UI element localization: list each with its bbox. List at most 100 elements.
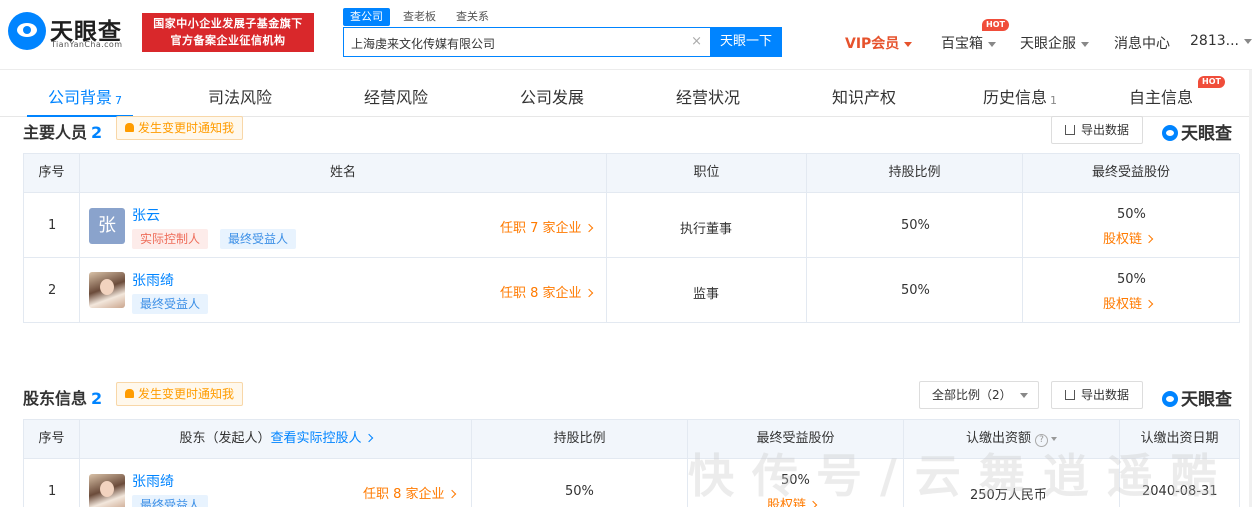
notify-label: 发生变更时通知我 — [138, 387, 235, 401]
positions-link[interactable]: 任职 8 家企业 — [363, 483, 456, 502]
hot-badge: HOT — [1198, 76, 1225, 88]
person-name-link[interactable]: 张雨绮 — [132, 270, 174, 290]
chevron-down-icon — [1243, 38, 1252, 44]
personnel-export-button[interactable]: 导出数据 — [1051, 116, 1143, 144]
message-center-link[interactable]: 消息中心 — [1114, 33, 1170, 53]
search-tab-relation[interactable]: 查关系 — [449, 8, 496, 26]
avatar[interactable]: 张 — [89, 208, 125, 244]
tab-self-info[interactable]: 自主信息 — [1129, 84, 1193, 108]
search-tab-boss[interactable]: 查老板 — [396, 8, 443, 26]
holding-ratio: 50% — [901, 218, 930, 233]
chevron-down-icon — [1081, 41, 1089, 47]
benefit-ratio: 50% — [1117, 207, 1146, 222]
tag-final-beneficiary: 最终受益人 — [132, 495, 209, 507]
chevron-right-icon — [447, 489, 456, 499]
table-row — [24, 459, 80, 507]
equity-chain-link[interactable]: 股权链 — [767, 494, 818, 507]
subscription-date: 2040-08-31 — [1142, 484, 1218, 499]
search-input[interactable]: 上海虔来文化传媒有限公司 × — [343, 27, 711, 57]
positions-link[interactable]: 任职 8 家企业 — [500, 282, 593, 301]
search-type-tabs: 查公司 查老板 查关系 — [343, 8, 502, 28]
shareholders-notify-button[interactable]: 发生变更时通知我 — [116, 382, 244, 406]
person-name-link[interactable]: 张云 — [132, 205, 160, 225]
hot-badge: HOT — [982, 19, 1009, 31]
ratio-cell — [472, 459, 688, 507]
tab-company-development[interactable]: 公司发展 — [520, 84, 584, 108]
view-controller-label: 查看实际控股人 — [270, 431, 362, 446]
search-area: 查公司 查老板 查关系 上海虔来文化传媒有限公司 × 天眼一下 — [343, 8, 783, 60]
tab-label: 司法风险 — [208, 88, 273, 107]
tab-company-background[interactable]: 公司背景 7 — [48, 84, 122, 108]
tab-count: 7 — [115, 94, 123, 107]
holder-header-label: 股东（发起人） — [179, 431, 271, 446]
personnel-notify-button[interactable]: 发生变更时通知我 — [116, 116, 244, 140]
view-controller-link[interactable]: 查看实际控股人 — [270, 431, 373, 446]
role: 监事 — [693, 287, 720, 302]
positions-link[interactable]: 任职 7 家企业 — [500, 217, 593, 236]
tab-label: 经营风险 — [364, 88, 429, 107]
ratio-filter-value: 全部比例（2） — [932, 388, 1012, 402]
download-icon — [1064, 390, 1075, 400]
positions-label: 任职 8 家企业 — [500, 286, 582, 301]
baibaoxiang-menu[interactable]: 百宝箱 — [941, 33, 996, 53]
ratio-filter-select[interactable]: 全部比例（2） — [919, 381, 1039, 409]
tab-intellectual-property[interactable]: 知识产权 — [832, 84, 896, 108]
col-header-capital[interactable]: 认缴出资额? — [904, 420, 1120, 459]
account-label: 2813... — [1190, 33, 1239, 49]
col-header-date: 认缴出资日期 — [1120, 420, 1240, 459]
equity-chain-link[interactable]: 股权链 — [1103, 228, 1154, 247]
download-icon — [1064, 125, 1075, 135]
baibaoxiang-label: 百宝箱 — [941, 36, 983, 52]
logo-domain: TianYanCha.com — [51, 40, 123, 49]
row-index: 2 — [48, 283, 57, 298]
tab-label: 自主信息 — [1129, 88, 1194, 107]
tab-count: 1 — [1050, 94, 1058, 107]
tab-business-risk[interactable]: 经营风险 — [364, 84, 428, 108]
holding-ratio: 50% — [901, 283, 930, 298]
tab-history-info[interactable]: 历史信息 1 — [983, 84, 1057, 108]
chevron-right-icon — [364, 433, 373, 443]
avatar[interactable] — [89, 474, 125, 507]
equity-chain-label: 股权链 — [1103, 232, 1143, 247]
clear-icon[interactable]: × — [691, 34, 702, 49]
bell-icon — [125, 389, 134, 398]
help-icon[interactable]: ? — [1035, 434, 1048, 447]
benefit-cell — [1023, 258, 1240, 323]
badge-line-2: 官方备案企业征信机构 — [170, 34, 286, 47]
search-tab-company[interactable]: 查公司 — [343, 8, 390, 26]
vip-menu[interactable]: VIP会员 — [845, 33, 913, 53]
account-menu[interactable]: 2813... — [1190, 33, 1252, 49]
export-label: 导出数据 — [1080, 123, 1129, 137]
equity-chain-link[interactable]: 股权链 — [1103, 293, 1154, 312]
tag-actual-controller: 实际控制人 — [132, 229, 209, 249]
col-header-benefit: 最终受益股份 — [688, 420, 904, 459]
row-index: 1 — [48, 484, 57, 499]
eye-logo-icon — [1162, 391, 1178, 407]
benefit-cell — [1023, 193, 1240, 258]
shareholder-name-link[interactable]: 张雨绮 — [132, 471, 174, 491]
sort-icon[interactable] — [1051, 436, 1057, 441]
tab-label: 经营状况 — [676, 88, 741, 107]
tab-label: 公司背景 — [48, 88, 113, 107]
positions-label: 任职 7 家企业 — [500, 221, 582, 236]
personnel-table: 序号 姓名 职位 持股比例 最终受益股份 1 张 张云 实际控制人 最终受益人 … — [23, 153, 1240, 323]
export-label: 导出数据 — [1080, 388, 1129, 402]
avatar[interactable] — [89, 272, 125, 308]
qifu-menu[interactable]: 天眼企服 — [1020, 33, 1089, 53]
shareholders-export-button[interactable]: 导出数据 — [1051, 381, 1143, 409]
chevron-right-icon — [584, 223, 593, 233]
tab-label: 历史信息 — [983, 88, 1048, 107]
bell-icon — [125, 123, 134, 132]
tianyancha-logo[interactable]: 天眼查 TianYanCha.com — [8, 10, 134, 56]
col-header-position: 职位 — [607, 154, 807, 193]
tab-judicial-risk[interactable]: 司法风险 — [208, 84, 272, 108]
search-button[interactable]: 天眼一下 — [710, 27, 782, 57]
badge-line-1: 国家中小企业发展子基金旗下 — [153, 17, 303, 30]
chevron-down-icon — [1020, 393, 1028, 398]
subscribed-capital: 250万人民币 — [970, 488, 1047, 503]
brand-mark: 天眼查 — [1162, 119, 1232, 144]
shareholders-title-text: 股东信息 — [23, 389, 88, 408]
tab-operating-status[interactable]: 经营状况 — [676, 84, 740, 108]
chevron-right-icon — [584, 288, 593, 298]
equity-chain-label: 股权链 — [767, 498, 807, 507]
